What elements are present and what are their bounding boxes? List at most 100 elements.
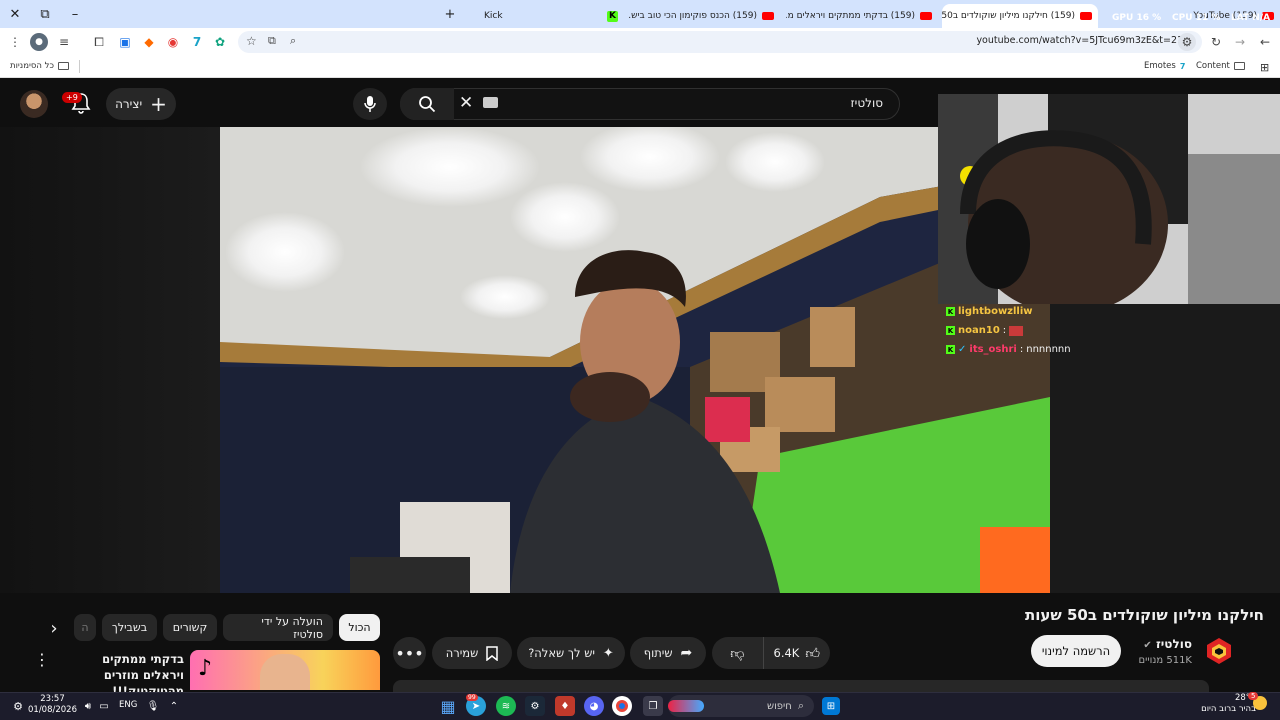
ambient-left (0, 127, 220, 593)
show-hidden-icons-icon[interactable]: ⌃ (164, 696, 184, 716)
chip-all[interactable]: הכול (339, 614, 380, 641)
bookmark-emotes[interactable]: Emotes 7 (1144, 61, 1185, 71)
taskbar-search-placeholder: חיפוש (767, 700, 792, 712)
streamer-webcam (938, 94, 1280, 304)
like-button[interactable]: 👍︎ 6.4K (762, 637, 830, 669)
cpu-readout: CPU 11 % (1172, 13, 1221, 23)
chip-uploaded-by-channel[interactable]: הועלה על ידי סולטיז (223, 614, 333, 641)
network-icon[interactable]: ▭ (94, 696, 114, 716)
weather-desc: בהיר ברוב היום (1201, 704, 1256, 714)
description-box[interactable] (393, 680, 1209, 692)
chat-username: noan10 (958, 325, 1000, 336)
bookmark-content[interactable]: Content (1196, 61, 1245, 71)
save-button[interactable]: שמירה (432, 637, 512, 669)
extension-7tv-icon[interactable]: 7 (188, 33, 206, 51)
search-button[interactable] (400, 88, 454, 120)
subscribe-button[interactable]: הרשמה למינוי (1031, 635, 1121, 667)
extension-chatgpt-icon[interactable]: ✿ (211, 33, 229, 51)
new-tab-button[interactable]: + (436, 0, 464, 28)
keyboard-icon[interactable] (483, 97, 498, 108)
related-video-thumbnail[interactable]: ♪ (190, 650, 380, 690)
discord-icon[interactable]: ◕ (584, 696, 604, 716)
voice-search-button[interactable] (353, 88, 387, 120)
extension-screen-icon[interactable]: ▣ (116, 33, 134, 51)
clear-search-icon[interactable]: ✕ (459, 93, 473, 113)
channel-avatar[interactable] (1204, 636, 1234, 666)
extension-fire-icon[interactable]: ◆ (140, 33, 158, 51)
chip-partial[interactable]: ה (74, 614, 96, 641)
reload-icon[interactable]: ↻ (1207, 33, 1225, 51)
gpu-readout: GPU 16 % (1112, 13, 1162, 23)
url-text[interactable]: youtube.com/watch?v=5JTcu69m3zE&t=21s (976, 35, 1188, 46)
microphone-icon (364, 96, 376, 112)
subscriber-count: 511K מנויים (1138, 655, 1192, 666)
bookmarks-divider (79, 60, 80, 73)
more-actions-icon[interactable]: ••• (393, 637, 426, 669)
related-more-icon[interactable]: ⋮ (34, 650, 50, 672)
dislike-button[interactable]: 👎︎ (720, 637, 754, 669)
cast-icon[interactable]: ⧉ (268, 34, 276, 48)
chip-for-you[interactable]: בשבילך (102, 614, 157, 641)
tab-current-video[interactable]: (159) חילקנו מיליון שוקולדים ב50... ✕ (942, 4, 1098, 28)
address-bar[interactable]: ☆ ⧉ ⌕ youtube.com/watch?v=5JTcu69m3zE&t=… (238, 31, 1202, 53)
share-label: שיתוף (643, 646, 673, 660)
chevron-right-icon[interactable]: › (42, 616, 66, 640)
share-button[interactable]: ➦ שיתוף (630, 637, 706, 669)
video-player[interactable] (220, 127, 1050, 593)
restore-window-button[interactable]: ⧉ (30, 0, 60, 28)
widgets-icon[interactable]: ▦ (438, 696, 458, 716)
menu-dots-icon[interactable]: ⋮ (6, 33, 24, 51)
forward-icon[interactable]: → (1231, 33, 1249, 51)
search-input-value[interactable]: סולטיז (851, 96, 884, 110)
clock-date: 01/08/2026 (28, 705, 77, 715)
kick-badge-icon: K (946, 345, 955, 354)
apps-grid-icon[interactable]: ⊞ (1260, 61, 1269, 74)
youtube-favicon-icon (920, 12, 932, 20)
chat-message: K lightbowzlliw (946, 302, 1126, 321)
create-label: יצירה (115, 97, 143, 111)
kick-badge-icon: K (946, 326, 955, 335)
zoom-icon[interactable]: ⌕ (290, 34, 296, 48)
chat-message: K ✓ its_oshri : nnnnnnn (946, 344, 1071, 355)
thumbs-up-icon: 👍︎ (805, 645, 820, 662)
site-info-icon[interactable]: ⚙ (1178, 33, 1196, 51)
language-indicator[interactable]: ENG (119, 700, 137, 710)
minimize-window-button[interactable]: – (60, 0, 90, 28)
extension-shield-icon[interactable]: ◉ (164, 33, 182, 51)
create-button[interactable]: יצירה + (106, 88, 176, 120)
back-icon[interactable]: ← (1256, 33, 1274, 51)
search-input[interactable]: סולטיז ✕ (400, 88, 900, 120)
all-bookmarks-label: כל הסימניות (10, 61, 54, 71)
bookmark-star-icon[interactable]: ☆ (246, 34, 257, 48)
clock-time: 23:57 (40, 694, 65, 704)
youtube-favicon-icon (762, 12, 774, 20)
ask-button[interactable]: ✦ יש לך שאלה? (517, 637, 625, 669)
thumbs-down-icon: 👎︎ (730, 645, 745, 662)
chrome-icon[interactable] (612, 696, 632, 716)
taskbar-search[interactable]: ⌕ חיפוש (668, 695, 814, 717)
all-bookmarks[interactable]: כל הסימניות (10, 61, 69, 71)
tab-kick[interactable]: Kick K (478, 4, 624, 28)
tab-label: (159) חילקנו מיליון שוקולדים ב50... (942, 11, 1075, 21)
stream-chat: K lightbowzlliw K noan10 : K ✓ its_oshri… (946, 302, 1126, 358)
lat-readout: LAT N/A (1231, 13, 1271, 23)
windows-start-icon[interactable]: ⊞ (822, 697, 840, 715)
chip-related[interactable]: קשורים (163, 614, 217, 641)
task-view-icon[interactable]: ❐ (643, 696, 663, 716)
reading-list-icon[interactable]: ≡ (55, 33, 73, 51)
channel-name[interactable]: סולטיז ✔ (1143, 637, 1192, 651)
clock[interactable]: 23:57 01/08/2026 (28, 694, 77, 716)
app-icon[interactable]: ♦ (555, 696, 575, 716)
tab-label: (159) בדקתי ממתקים ויראלים מ... (786, 11, 915, 21)
close-window-button[interactable]: ✕ (0, 0, 30, 28)
avatar[interactable] (20, 90, 48, 118)
plus-icon: + (150, 92, 167, 116)
extensions-icon[interactable]: ⧠ (90, 33, 108, 51)
spotify-icon[interactable]: ≋ (496, 696, 516, 716)
settings-tray-icon[interactable]: ⚙ (8, 696, 28, 716)
steam-icon[interactable]: ⚙ (525, 696, 545, 716)
tab-pokemon[interactable]: (159) הכנס פוקימון הכי טוב ביש... ✕ (628, 4, 780, 28)
profile-avatar-icon[interactable]: ● (30, 33, 48, 51)
microphone-tray-icon[interactable]: 🎙︎ (143, 696, 163, 716)
tab-viral-candy[interactable]: (159) בדקתי ממתקים ויראלים מ... ✕ (786, 4, 938, 28)
